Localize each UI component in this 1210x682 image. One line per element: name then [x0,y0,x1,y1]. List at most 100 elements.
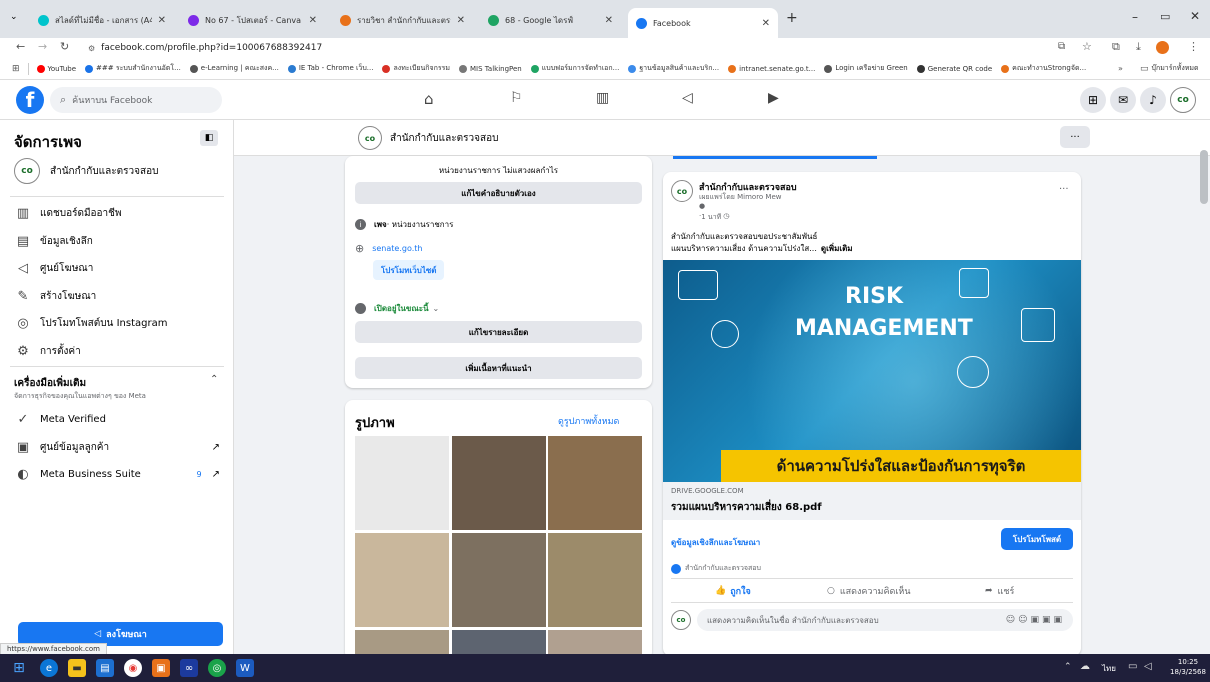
sidebar-item[interactable]: ◎ โปรโมทโพสต์บน Instagram [14,316,167,331]
bookmark-item[interactable]: MIS TalkingPen [459,64,522,73]
messenger-icon[interactable]: ✉ [1110,87,1136,113]
all-bookmarks-folder[interactable]: ▭ บุ๊กมาร์กทั้งหมด [1140,63,1199,74]
browser-tab[interactable]: No 67 - โปสเตอร์ - Canva ✕ [180,8,325,32]
add-featured-button[interactable]: เพิ่มเนื้อหาที่แนะนำ [355,357,642,379]
post-more-icon[interactable]: ··· [1059,184,1069,195]
tray-chevron-icon[interactable]: ⌃ [1064,662,1072,672]
bookmark-item[interactable]: ลงทะเบียนกิจกรรม [382,63,450,74]
insights-ads-link[interactable]: ดูข้อมูลเชิงลึกและโฆษณา [671,536,760,549]
bookmark-item[interactable]: YouTube [36,64,76,73]
comment-input[interactable]: แสดงความคิดเห็นในชื่อ สำนักกำกับและตรวจส… [697,609,1073,631]
close-tab-icon[interactable]: ✕ [457,15,465,26]
ads-megaphone-icon[interactable]: ◁ [682,90,693,106]
share-button[interactable]: ➦ แชร์ [985,584,1014,598]
bookmark-star-icon[interactable]: ☆ [1082,40,1092,53]
apps-grid-icon[interactable]: ⊞ [12,64,20,74]
like-button[interactable]: 👍 ถูกใจ [715,584,751,598]
sidebar-item[interactable]: ▤ ข้อมูลเชิงลึก [14,234,93,249]
close-tab-icon[interactable]: ✕ [309,15,317,26]
tab-list-icon[interactable]: ⌄ [10,12,18,22]
page-scrollbar[interactable] [1200,150,1208,204]
photo-thumbnail[interactable] [355,630,449,654]
bookmark-item[interactable]: ### ระบบสำนักงานอัตโ... [85,63,181,74]
collapse-sidebar-icon[interactable]: ◧ [200,130,218,146]
comment-button[interactable]: ○ แสดงความคิดเห็น [827,584,910,598]
page-more-button[interactable]: ··· [1060,126,1090,148]
forward-icon[interactable]: → [38,40,47,53]
link-preview[interactable]: DRIVE.GOOGLE.COM รวมแผนบริหารความเสี่ยง … [663,482,1081,520]
sidebar-item[interactable]: ✎ สร้างโฆษณา [14,289,97,304]
new-tab-icon[interactable]: + [786,10,798,26]
profile-avatar-icon[interactable] [1156,41,1169,54]
photo-thumbnail[interactable] [355,533,449,627]
language-indicator[interactable]: ไทย [1102,662,1116,675]
flag-icon[interactable]: ⚐ [510,90,523,106]
facebook-search-input[interactable]: ⌕ ค้นหาบน Facebook [50,87,222,113]
insights-chart-icon[interactable]: ▥ [596,90,609,106]
tool-item[interactable]: ▣ ศูนย์ข้อมูลลูกค้า ↗ [14,440,220,455]
bookmark-item[interactable]: คณะทำงานStrongจัด... [1001,63,1086,74]
see-all-photos-link[interactable]: ดูรูปภาพทั้งหมด [558,414,619,428]
bookmark-item[interactable]: ฐานข้อมูลสินค้าและบริก... [628,63,719,74]
sidebar-page-profile[interactable]: co สำนักกำกับและตรวจสอบ [14,158,158,184]
word-icon[interactable]: W [236,659,254,677]
tool-item[interactable]: ◐ Meta Business Suite 9 ↗ [14,467,220,482]
account-avatar[interactable]: co [1170,87,1196,113]
website-link[interactable]: senate.go.th [372,244,422,253]
windows-start-icon[interactable]: ⊞ [10,659,28,677]
volume-icon[interactable]: ◁ [1144,661,1152,672]
menu-grid-icon[interactable]: ⊞ [1080,87,1106,113]
photo-thumbnail[interactable] [355,436,449,530]
bookmark-item[interactable]: intranet.senate.go.t... [728,64,815,73]
network-icon[interactable]: ☁ [1080,661,1090,672]
app-icon[interactable]: ∞ [180,659,198,677]
install-app-icon[interactable]: ⧉ [1058,41,1065,52]
reload-icon[interactable]: ↻ [60,40,69,53]
download-icon[interactable]: ⤓ [1136,40,1141,54]
minimize-icon[interactable]: – [1132,10,1138,24]
post-author-logo[interactable]: co [671,180,693,202]
video-icon[interactable]: ▶ [768,90,779,106]
close-tab-icon[interactable]: ✕ [762,18,770,29]
site-info-icon[interactable]: ⚙ [88,44,95,53]
chrome-icon[interactable]: ◉ [124,659,142,677]
promote-website-button[interactable]: โปรโมทเว็บไซต์ [373,260,445,280]
bookmark-item[interactable]: Login เครือข่าย Green [824,63,908,74]
bookmark-item[interactable]: IE Tab - Chrome เว็บ... [287,63,373,74]
taskbar-clock[interactable]: 10:25 18/3/2568 [1168,657,1208,677]
edit-details-button[interactable]: แก้ไขรายละเอียด [355,321,642,343]
boost-post-button[interactable]: โปรโมทโพสต์ [1001,528,1073,550]
edge-icon[interactable]: e [40,659,58,677]
browser-menu-icon[interactable]: ⋮ [1188,40,1199,53]
tool-item[interactable]: ✓ Meta Verified [14,412,220,427]
bookmark-item[interactable]: Generate QR code [916,64,992,73]
browser-tab[interactable]: รายวิชา สำนักกำกับและตรวจสอบ 2✕ [332,8,473,32]
file-explorer-icon[interactable]: ▬ [68,659,86,677]
sidebar-item[interactable]: ◁ ศูนย์โฆษณา [14,261,93,276]
close-tab-icon[interactable]: ✕ [158,15,166,26]
bookmark-item[interactable]: e-Learning | คณะสงค... [189,63,279,74]
close-window-icon[interactable]: ✕ [1190,9,1200,23]
see-more-link[interactable]: ดูเพิ่มเติม [821,242,853,255]
photo-thumbnail[interactable] [548,630,642,654]
sidebar-item[interactable]: ▥ แดชบอร์ดมืออาชีพ [14,206,122,221]
facebook-logo-icon[interactable]: f [16,86,44,114]
photo-thumbnail[interactable] [548,533,642,627]
address-bar[interactable]: ⚙ facebook.com/profile.php?id=1000676883… [80,40,1080,56]
tools-collapse-icon[interactable]: ⌃ [210,374,218,385]
line-icon[interactable]: ◎ [208,659,226,677]
sidebar-item[interactable]: ⚙ การตั้งค่า [14,344,81,359]
bookmark-item[interactable]: แบบฟอร์มการจัดทำเอก... [530,63,619,74]
photo-thumbnail[interactable] [451,630,546,654]
post-time-row[interactable]: · 1 นาที ◷ [699,212,729,223]
photo-thumbnail[interactable] [451,533,546,627]
photo-thumbnail[interactable] [548,436,642,530]
post-image[interactable]: RISK MANAGEMENT ด้านความโปร่งใสและป้องกั… [663,260,1081,482]
comment-tools-icons[interactable]: ☺☺▣▣▣ [1006,615,1065,625]
home-icon[interactable]: ⌂ [424,90,434,108]
edit-bio-button[interactable]: แก้ไขคำอธิบายตัวเอง [355,182,642,204]
back-icon[interactable]: ← [16,40,25,53]
browser-tab[interactable]: สไลด์ที่ไม่มีชื่อ - เอกสาร (A4) - Can✕ [30,8,174,32]
reaction-summary[interactable]: สำนักกำกับและตรวจสอบ [671,563,761,574]
app-icon[interactable]: ▣ [152,659,170,677]
